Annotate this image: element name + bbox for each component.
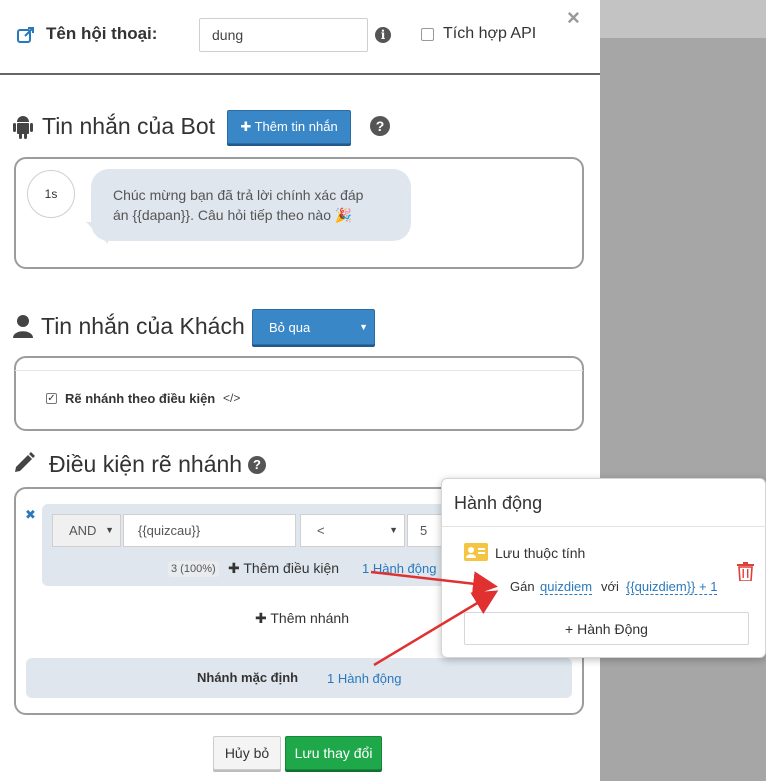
arrow-from-condition-action xyxy=(370,570,498,597)
arrow-from-default-action xyxy=(373,590,499,667)
annotation-arrows xyxy=(370,570,499,667)
